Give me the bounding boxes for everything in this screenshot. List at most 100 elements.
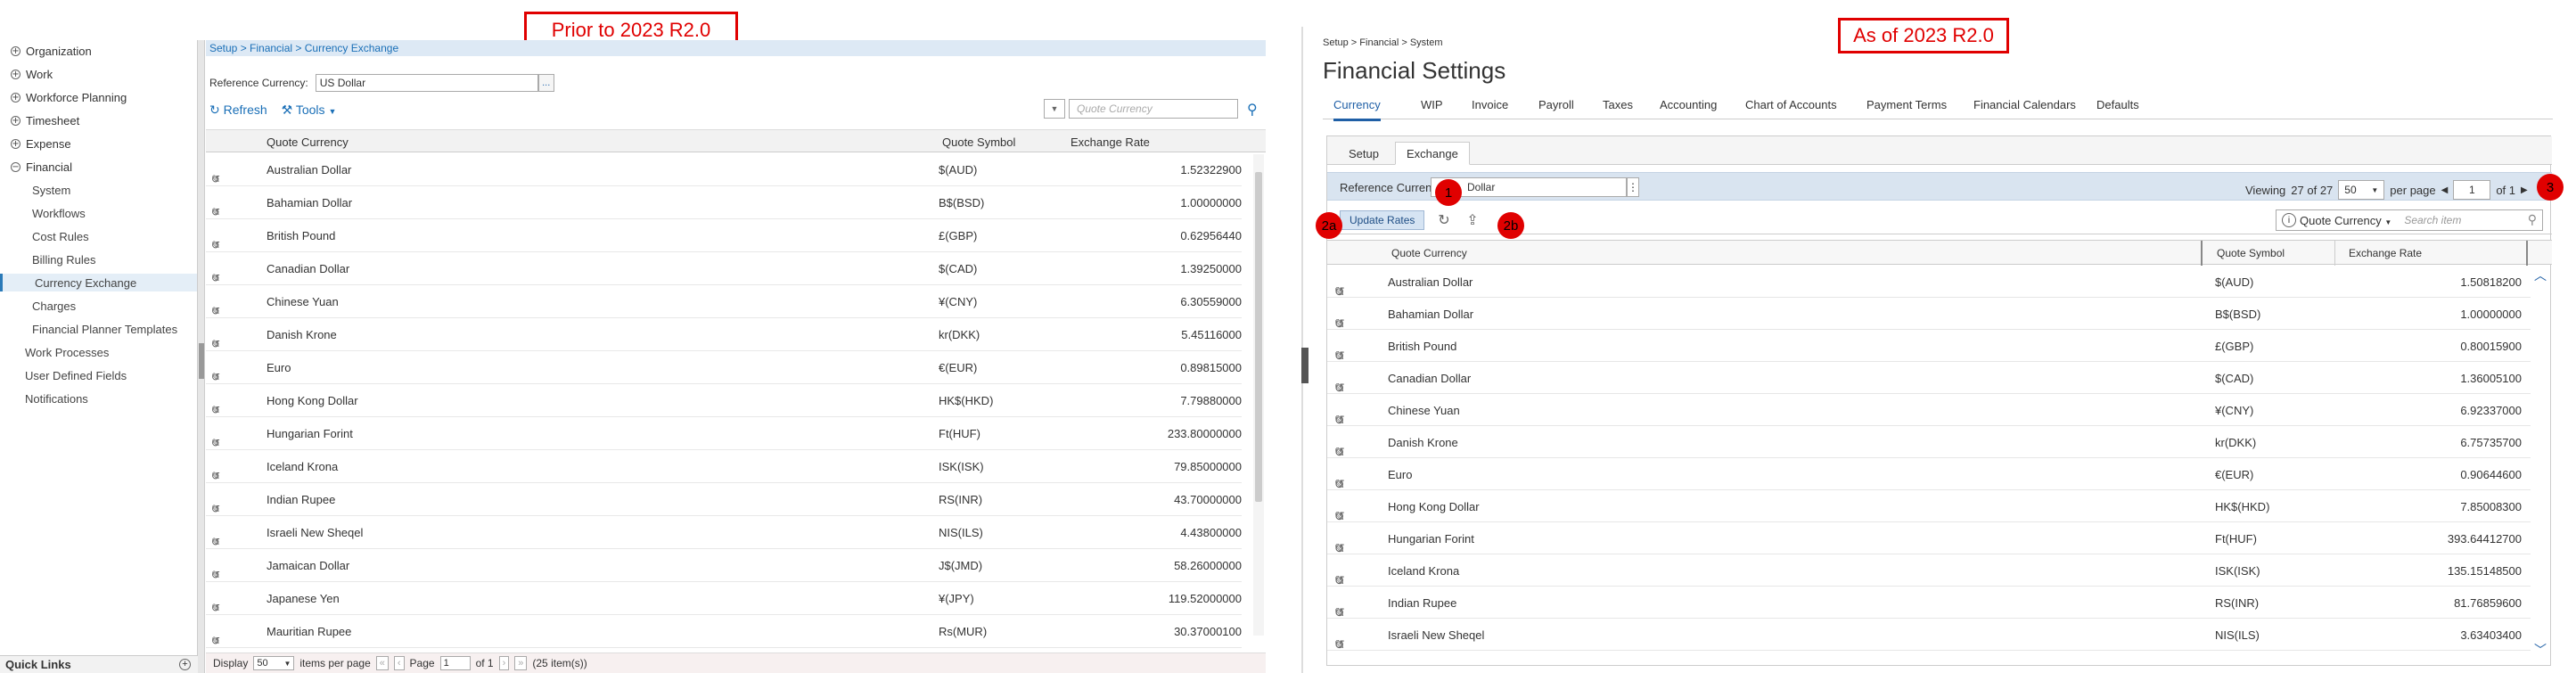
tab-accounting[interactable]: Accounting — [1660, 98, 1717, 111]
splitter-handle[interactable] — [199, 343, 204, 379]
vertical-scrollbar[interactable] — [1253, 154, 1264, 636]
table-row[interactable]: ✎ ↺ Hong Kong Dollar HK$(HKD) 7.79880000 — [206, 384, 1242, 417]
table-row[interactable]: ✎ ↺ Israeli New Sheqel NIS(ILS) 3.63403400 — [1327, 619, 2531, 652]
tools-menu-button[interactable]: ⚒ Tools ▼ — [282, 103, 337, 118]
items-per-page-select[interactable]: 50 ▼ — [253, 656, 295, 670]
plus-icon[interactable]: + — [179, 659, 191, 670]
table-row[interactable]: ✎ ↺ Indian Rupee RS(INR) 81.76859600 — [1327, 587, 2531, 620]
history-icon[interactable]: ↺ — [211, 470, 220, 482]
history-icon[interactable]: ↺ — [211, 569, 220, 581]
table-row[interactable]: ✎ ↺ Bahamian Dollar B$(BSD) 1.00000000 — [1327, 298, 2531, 332]
prev-page-icon[interactable]: ◀ — [2441, 185, 2449, 195]
table-row[interactable]: ✎ ↺ British Pound £(GBP) 0.80015900 — [1327, 330, 2531, 364]
sidebar-item-currency-exchange[interactable]: Currency Exchange — [0, 274, 197, 291]
history-icon[interactable]: ↺ — [211, 602, 220, 614]
history-icon[interactable]: ↺ — [211, 404, 220, 416]
table-row[interactable]: ✎ ↺ Euro €(EUR) 0.89815000 — [206, 351, 1242, 384]
table-row[interactable]: ✎ ↺ Jamaican Dollar J$(JMD) 58.26000000 — [206, 549, 1242, 582]
table-row[interactable]: ✎ ↺ Hong Kong Dollar HK$(HKD) 7.85008300 — [1327, 490, 2531, 524]
sidebar-item-timesheet[interactable]: + Timesheet — [11, 111, 79, 129]
sidebar-collapse-handle[interactable] — [1301, 348, 1309, 383]
column-header-exchange-rate[interactable]: Exchange Rate — [2349, 247, 2422, 259]
sidebar-item-workforce-planning[interactable]: + Workforce Planning — [11, 88, 127, 106]
history-icon[interactable]: ↺ — [211, 206, 220, 218]
tab-invoice[interactable]: Invoice — [1472, 98, 1508, 111]
page-number-input[interactable]: 1 — [2453, 180, 2491, 200]
sidebar-splitter[interactable] — [198, 40, 205, 673]
last-page-button[interactable]: » — [514, 656, 528, 670]
refresh-button[interactable]: ↻ Refresh — [209, 103, 267, 118]
sidebar-item-system[interactable]: System — [32, 181, 70, 199]
history-icon[interactable]: ↺ — [211, 635, 220, 647]
kebab-menu-icon[interactable]: ⋮ — [1627, 177, 1639, 197]
tab-defaults[interactable]: Defaults — [2096, 98, 2139, 111]
table-row[interactable]: ✎ ↺ Hungarian Forint Ft(HUF) 393.64412700 — [1327, 522, 2531, 556]
quick-links[interactable]: Quick Links + — [0, 655, 198, 673]
per-page-select[interactable]: 50 ▼ — [2338, 180, 2385, 200]
sidebar-item-workflows[interactable]: Workflows — [32, 204, 86, 222]
column-resize-handle[interactable] — [2526, 241, 2528, 266]
history-icon[interactable]: ↺ — [211, 305, 220, 317]
sidebar-item-financial[interactable]: − Financial — [11, 158, 72, 176]
tab-financial-calendars[interactable]: Financial Calendars — [1973, 98, 2076, 111]
refresh-icon[interactable]: ↻ — [1434, 209, 1454, 229]
next-page-button[interactable]: › — [498, 656, 510, 670]
search-icon[interactable]: ⚲ — [2528, 213, 2537, 227]
column-header-quote-symbol[interactable]: Quote Symbol — [942, 135, 1015, 149]
tab-payroll[interactable]: Payroll — [1538, 98, 1574, 111]
sidebar-item-work-processes[interactable]: Work Processes — [25, 343, 109, 361]
tab-wip[interactable]: WIP — [1421, 98, 1443, 111]
table-row[interactable]: ✎ ↺ Danish Krone kr(DKK) 6.75735700 — [1327, 426, 2531, 460]
table-row[interactable]: ✎ ↺ Iceland Krona ISK(ISK) 79.85000000 — [206, 450, 1242, 483]
history-icon[interactable]: ↺ — [211, 503, 220, 515]
sidebar-item-cost-rules[interactable]: Cost Rules — [32, 227, 89, 245]
vertical-scrollbar[interactable]: ︿ ﹀ — [2532, 267, 2547, 659]
page-number-input[interactable]: 1 — [439, 656, 471, 670]
history-icon[interactable]: ↺ — [211, 173, 220, 185]
search-icon[interactable]: ⚲ — [1247, 101, 1258, 118]
sidebar-item-notifications[interactable]: Notifications — [25, 390, 88, 407]
tab-chart-of-accounts[interactable]: Chart of Accounts — [1745, 98, 1837, 111]
scroll-down-icon[interactable]: ﹀ — [2534, 641, 2547, 659]
scroll-up-icon[interactable]: ︿ — [2534, 267, 2547, 284]
history-icon[interactable]: ↺ — [211, 437, 220, 449]
search-field-dropdown[interactable]: ▼ — [1044, 99, 1065, 119]
table-row[interactable]: ✎ ↺ Indian Rupee RS(INR) 43.70000000 — [206, 483, 1242, 516]
column-resize-handle[interactable] — [2201, 241, 2203, 266]
search-field-select[interactable]: Quote Currency ▼ — [2300, 214, 2391, 227]
table-row[interactable]: ✎ ↺ Australian Dollar $(AUD) 1.52322900 — [206, 153, 1242, 186]
tab-taxes[interactable]: Taxes — [1603, 98, 1633, 111]
history-icon[interactable]: ↺ — [1334, 638, 1345, 652]
table-row[interactable]: ✎ ↺ Iceland Krona ISK(ISK) 135.15148500 — [1327, 554, 2531, 588]
history-icon[interactable]: ↺ — [211, 536, 220, 548]
column-header-quote-currency[interactable]: Quote Currency — [267, 135, 349, 149]
sidebar-item-user-defined-fields[interactable]: User Defined Fields — [25, 366, 127, 384]
history-icon[interactable]: ↺ — [211, 371, 220, 383]
sidebar-item-work[interactable]: + Work — [11, 65, 53, 83]
column-header-exchange-rate[interactable]: Exchange Rate — [1071, 135, 1150, 149]
table-row[interactable]: ✎ ↺ British Pound £(GBP) 0.62956440 — [206, 219, 1242, 252]
subtab-exchange[interactable]: Exchange — [1395, 142, 1470, 165]
table-row[interactable]: ✎ ↺ Japanese Yen ¥(JPY) 119.52000000 — [206, 582, 1242, 615]
scrollbar-thumb[interactable] — [1255, 172, 1262, 502]
table-row[interactable]: ✎ ↺ Mauritian Rupee Rs(MUR) 30.37000100 — [206, 615, 1242, 648]
reference-currency-picker-button[interactable]: ... — [537, 74, 554, 92]
search-input[interactable]: Search item — [2404, 214, 2527, 226]
table-row[interactable]: ✎ ↺ Israeli New Sheqel NIS(ILS) 4.43800000 — [206, 516, 1242, 549]
table-row[interactable]: ✎ ↺ Canadian Dollar $(CAD) 1.36005100 — [1327, 362, 2531, 396]
reference-currency-input[interactable]: US Dollar — [315, 74, 538, 92]
update-rates-button[interactable]: Update Rates — [1340, 210, 1425, 230]
column-header-quote-currency[interactable]: Quote Currency — [1391, 247, 1467, 259]
table-row[interactable]: ✎ ↺ Canadian Dollar $(CAD) 1.39250000 — [206, 252, 1242, 285]
table-row[interactable]: ✎ ↺ Chinese Yuan ¥(CNY) 6.92337000 — [1327, 394, 2531, 428]
next-page-icon[interactable]: ▶ — [2521, 185, 2528, 195]
history-icon[interactable]: ↺ — [211, 338, 220, 350]
prev-page-button[interactable]: ‹ — [393, 656, 405, 670]
history-icon[interactable]: ↺ — [211, 272, 220, 284]
table-row[interactable]: ✎ ↺ Chinese Yuan ¥(CNY) 6.30559000 — [206, 285, 1242, 318]
tab-payment-terms[interactable]: Payment Terms — [1866, 98, 1947, 111]
table-row[interactable]: ✎ ↺ Hungarian Forint Ft(HUF) 233.80000000 — [206, 417, 1242, 450]
first-page-button[interactable]: « — [375, 656, 389, 670]
table-row[interactable]: ✎ ↺ Bahamian Dollar B$(BSD) 1.00000000 — [206, 186, 1242, 219]
subtab-setup[interactable]: Setup — [1338, 142, 1390, 165]
